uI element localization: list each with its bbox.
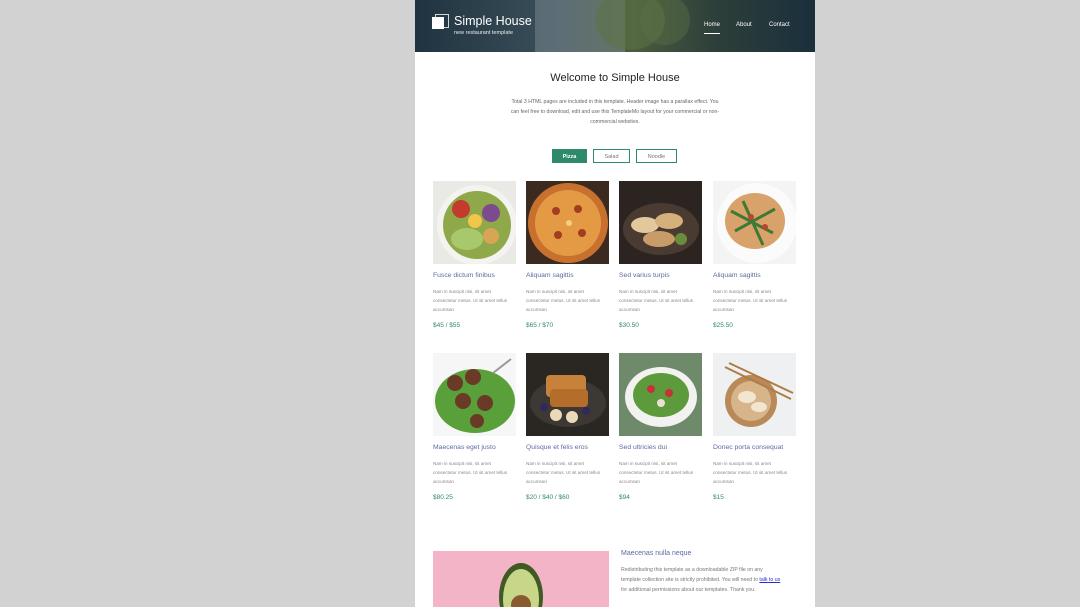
welcome-title: Welcome to Simple House — [550, 72, 680, 84]
food-image-noodles[interactable] — [713, 181, 796, 264]
nav-contact[interactable]: Contact — [769, 22, 790, 28]
food-image-french-toast[interactable] — [526, 353, 609, 436]
menu-item[interactable]: Sed varius turpis Nam in suscipit nisi, … — [619, 181, 702, 329]
item-description: Nam in suscipit nisi, sit amet consectet… — [619, 289, 694, 312]
item-price: $15 — [713, 494, 724, 501]
menu-item[interactable]: Aliquam sagittis Nam in suscipit nisi, s… — [713, 181, 796, 329]
food-image-meatballs[interactable] — [433, 353, 516, 436]
banner-tree — [640, 0, 690, 45]
item-price: $45 / $55 — [433, 322, 461, 329]
item-name: Maecenas eget justo — [433, 444, 496, 451]
item-price: $20 / $40 / $60 — [526, 494, 570, 501]
item-name: Donec porta consequat — [713, 444, 784, 451]
item-description: Nam in suscipit nisi, sit amet consectet… — [526, 289, 601, 312]
tab-salad[interactable]: Salad — [593, 149, 630, 163]
item-price: $30.50 — [619, 322, 639, 329]
tab-pizza[interactable]: Pizza — [552, 149, 587, 163]
food-image-green-salad[interactable] — [619, 353, 702, 436]
welcome-text: Total 3 HTML pages are included in this … — [510, 99, 720, 125]
about-title: Maecenas nulla neque — [621, 550, 692, 557]
item-description: Nam in suscipit nisi, sit amet consectet… — [619, 461, 694, 484]
item-name: Aliquam sagittis — [713, 272, 761, 279]
about-text: Redistributing this template as a downlo… — [621, 565, 781, 595]
food-image-dumplings[interactable] — [713, 353, 796, 436]
nav-about[interactable]: About — [736, 22, 752, 28]
item-description: Nam in suscipit nisi, sit amet consectet… — [433, 289, 508, 312]
menu-item[interactable]: Fusce dictum finibus Nam in suscipit nis… — [433, 181, 516, 329]
logo-icon-fill[interactable] — [432, 17, 444, 29]
avocado-image — [433, 551, 609, 607]
site-tagline: new restaurant template — [454, 30, 514, 36]
menu-item[interactable]: Quisque et felis eros Nam in suscipit ni… — [526, 353, 609, 501]
item-name: Quisque et felis eros — [526, 444, 588, 451]
header-banner: Simple House new restaurant template Hom… — [415, 0, 815, 52]
menu-item[interactable]: Maecenas eget justo Nam in suscipit nisi… — [433, 353, 516, 501]
item-price: $80.25 — [433, 494, 453, 501]
food-image-grilled[interactable] — [619, 181, 702, 264]
item-name: Sed varius turpis — [619, 272, 670, 279]
item-name: Aliquam sagittis — [526, 272, 574, 279]
item-price: $94 — [619, 494, 630, 501]
site-title[interactable]: Simple House — [454, 14, 532, 28]
food-image-pizza[interactable] — [526, 181, 609, 264]
category-tabs: Pizza Salad Noodle — [415, 149, 815, 165]
menu-item[interactable]: Donec porta consequat Nam in suscipit ni… — [713, 353, 796, 501]
about-text-after: for additional permissions about our tem… — [621, 587, 756, 593]
item-price: $25.50 — [713, 322, 733, 329]
menu-item[interactable]: Aliquam sagittis Nam in suscipit nisi, s… — [526, 181, 609, 329]
food-image-salad-bowl[interactable] — [433, 181, 516, 264]
talk-to-us-link[interactable]: talk to us — [759, 577, 780, 583]
item-name: Sed ultricies dui — [619, 444, 667, 451]
item-description: Nam in suscipit nisi, sit amet consectet… — [433, 461, 508, 484]
menu-item[interactable]: Sed ultricies dui Nam in suscipit nisi, … — [619, 353, 702, 501]
nav-home[interactable]: Home — [704, 22, 721, 34]
page: Simple House new restaurant template Hom… — [415, 0, 815, 607]
item-name: Fusce dictum finibus — [433, 272, 495, 279]
about-text-before: Redistributing this template as a downlo… — [621, 567, 763, 583]
item-description: Nam in suscipit nisi, sit amet consectet… — [526, 461, 601, 484]
tab-noodle[interactable]: Noodle — [636, 149, 677, 163]
item-description: Nam in suscipit nisi, sit amet consectet… — [713, 289, 788, 312]
item-description: Nam in suscipit nisi, sit amet consectet… — [713, 461, 788, 484]
item-price: $65 / $70 — [526, 322, 554, 329]
